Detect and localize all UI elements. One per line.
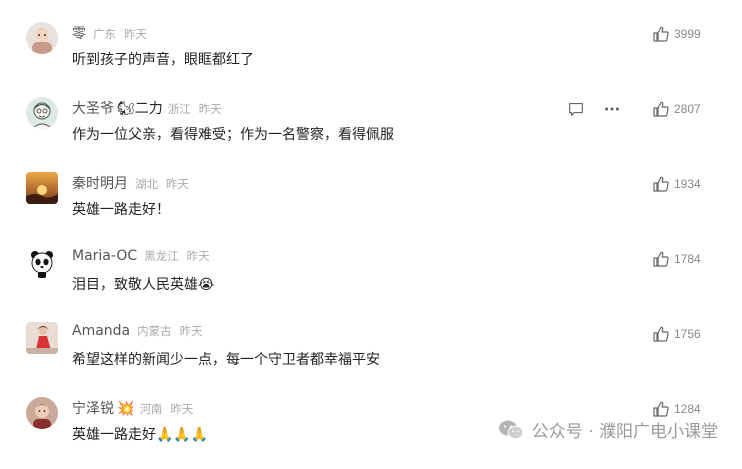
like-button[interactable]: 1756 <box>652 324 702 344</box>
watermark-text: 公众号 · 濮阳广电小课堂 <box>531 422 718 442</box>
avatar[interactable] <box>26 97 58 129</box>
sunset-avatar <box>26 172 58 204</box>
sketch-man-avatar <box>26 97 58 129</box>
red-dress-avatar <box>26 322 58 354</box>
username[interactable]: 秦时明月 <box>72 173 128 193</box>
reply-icon <box>569 103 583 116</box>
child-photo-avatar <box>26 397 58 429</box>
comment-text: 英雄一路走好🙏🙏🙏 <box>72 427 209 443</box>
like-count: 1284 <box>674 402 701 416</box>
location-label: 浙江 <box>167 102 191 116</box>
username[interactable]: 零 <box>72 23 86 43</box>
more-dots-icon <box>605 107 619 111</box>
thumbs-up-icon <box>653 401 669 417</box>
time-label: 昨天 <box>124 27 147 41</box>
avatar[interactable] <box>26 322 58 354</box>
reply-button[interactable] <box>564 97 588 121</box>
comment-text: 希望这样的新闻少一点，每一个守卫者都幸福平安 <box>72 352 380 368</box>
location-label: 黑龙江 <box>144 249 179 263</box>
time-label: 昨天 <box>198 102 222 116</box>
like-button[interactable]: 1284 <box>652 399 702 419</box>
avatar[interactable] <box>26 172 58 204</box>
comment-item: 秦时明月 湖北 昨天 英雄一路走好！ 1934 <box>0 172 742 244</box>
like-count: 1784 <box>674 252 701 266</box>
location-label: 河南 <box>139 402 163 416</box>
username[interactable]: 大圣爷 <box>72 98 114 118</box>
like-button[interactable]: 3999 <box>652 24 702 44</box>
more-button[interactable] <box>600 97 624 121</box>
thumbs-up-icon <box>653 326 669 342</box>
like-count: 1756 <box>674 327 701 341</box>
panda-avatar <box>26 247 58 279</box>
baby-photo-avatar <box>26 22 58 54</box>
like-button[interactable]: 1784 <box>652 249 702 269</box>
thumbs-up-icon <box>653 251 669 267</box>
thumbs-up-icon <box>653 26 669 42</box>
like-button[interactable]: 1934 <box>652 174 702 194</box>
like-button[interactable]: 2807 <box>652 99 702 119</box>
user-badge: 💥 <box>117 401 135 417</box>
username[interactable]: 宁泽锐 <box>72 398 114 418</box>
user-badge: 🐿二力 <box>117 101 163 117</box>
comment-text: 英雄一路走好！ <box>72 202 170 218</box>
time-label: 昨天 <box>179 324 203 338</box>
location-label: 广东 <box>93 27 116 41</box>
watermark: 公众号 · 濮阳广电小课堂 <box>498 417 718 442</box>
username[interactable]: Amanda <box>72 323 130 339</box>
comment-item: 零 广东 昨天 听到孩子的声音，眼眶都红了 3999 <box>0 22 742 94</box>
time-label: 昨天 <box>186 249 210 263</box>
location-label: 湖北 <box>135 177 158 191</box>
comment-text: 听到孩子的声音，眼眶都红了 <box>72 52 254 68</box>
thumbs-up-icon <box>653 176 669 192</box>
avatar[interactable] <box>26 397 58 429</box>
like-count: 3999 <box>674 27 701 41</box>
comment-text: 泪目，致敬人民英雄😭 <box>72 277 215 293</box>
avatar[interactable] <box>26 22 58 54</box>
time-label: 昨天 <box>166 177 189 191</box>
avatar[interactable] <box>26 247 58 279</box>
comment-text: 作为一位父亲，看得难受；作为一名警察，看得佩服 <box>72 127 394 143</box>
location-label: 内蒙古 <box>137 324 172 338</box>
comment-item: 大圣爷 🐿二力 浙江 昨天 作为一位父亲，看得难受；作为一名警察，看得佩服 28… <box>0 97 742 169</box>
comment-item: Amanda 内蒙古 昨天 希望这样的新闻少一点，每一个守卫者都幸福平安 175… <box>0 322 742 394</box>
time-label: 昨天 <box>170 402 194 416</box>
thumbs-up-icon <box>653 101 669 117</box>
comment-item: Maria-OC 黑龙江 昨天 泪目，致敬人民英雄😭 1784 <box>0 247 742 319</box>
like-count: 2807 <box>674 102 701 116</box>
username[interactable]: Maria-OC <box>72 248 137 264</box>
wechat-icon <box>498 420 524 439</box>
like-count: 1934 <box>674 177 701 191</box>
